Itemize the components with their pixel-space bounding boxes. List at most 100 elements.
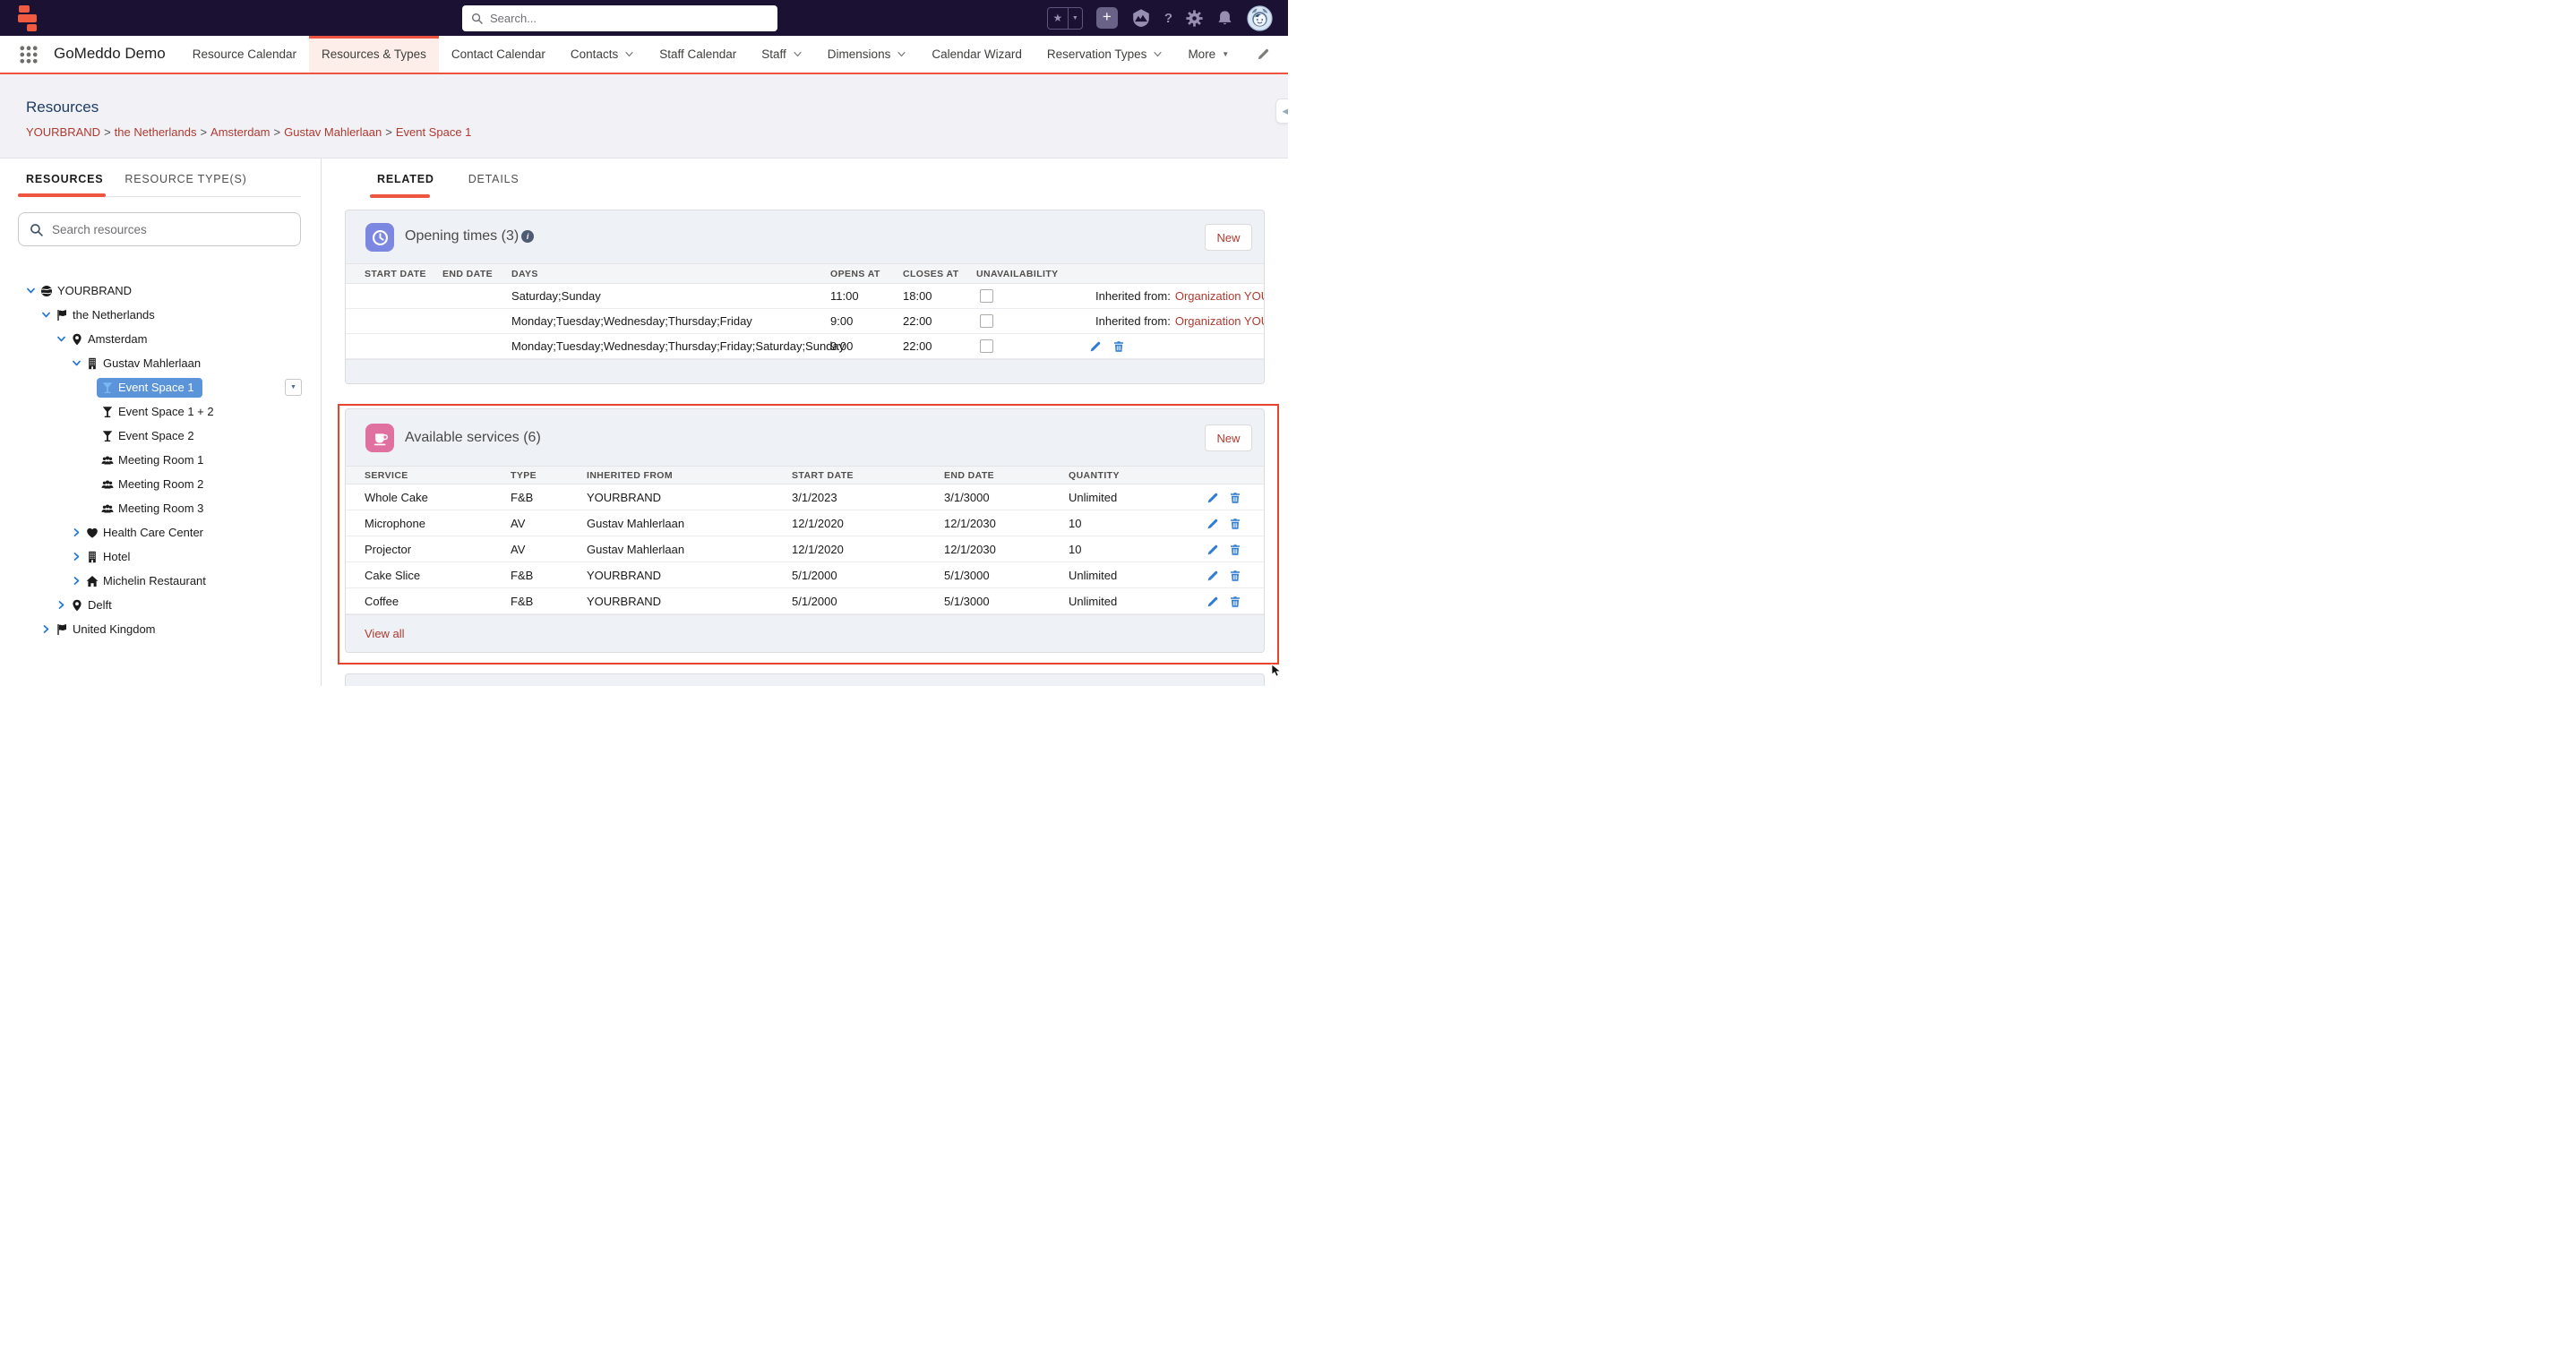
- info-icon[interactable]: i: [521, 230, 534, 243]
- tree-item-hotel[interactable]: Hotel: [0, 545, 322, 569]
- start-date-cell: 5/1/2000: [792, 562, 837, 587]
- nav-tab-staff[interactable]: Staff: [749, 36, 815, 73]
- tree-item-yourbrand[interactable]: YOURBRAND: [0, 279, 322, 303]
- help-icon[interactable]: ?: [1164, 11, 1172, 26]
- setup-gear-icon[interactable]: [1186, 10, 1203, 27]
- tree-item-meeting-room-3[interactable]: Meeting Room 3: [0, 496, 322, 520]
- chevron-right-icon[interactable]: [72, 527, 86, 538]
- tree-item-united-kingdom[interactable]: United Kingdom: [0, 617, 322, 641]
- inherited-from: Inherited from:Organization YOURBRAND: [1095, 309, 1264, 333]
- service-row-microphone: MicrophoneAVGustav Mahlerlaan12/1/202012…: [346, 510, 1264, 536]
- type-cell: AV: [511, 510, 525, 536]
- resource-search[interactable]: [18, 212, 301, 246]
- chevron-down-icon[interactable]: [56, 334, 71, 345]
- tab-resource-types[interactable]: RESOURCE TYPE(S): [125, 173, 246, 185]
- global-search-input[interactable]: [490, 12, 769, 25]
- breadcrumb-link-gustav-mahlerlaan[interactable]: Gustav Mahlerlaan: [284, 125, 382, 139]
- nav-tab-dimensions[interactable]: Dimensions: [815, 36, 920, 73]
- chevron-right-icon[interactable]: [72, 576, 86, 587]
- nav-tab-contact-calendar[interactable]: Contact Calendar: [439, 36, 558, 73]
- page-title: Resources: [26, 99, 99, 116]
- delete-trash-icon[interactable]: [1229, 492, 1241, 504]
- tree-item-health-care-center[interactable]: Health Care Center: [0, 520, 322, 545]
- unavailability-checkbox[interactable]: [980, 289, 993, 303]
- row-actions-menu-button[interactable]: ▼: [285, 379, 302, 396]
- resource-search-input[interactable]: [52, 223, 289, 236]
- view-all-link[interactable]: View all: [365, 627, 405, 640]
- unavailability-checkbox[interactable]: [980, 339, 993, 353]
- tab-details[interactable]: DETAILS: [468, 173, 519, 185]
- favorites-button[interactable]: ★ ▼: [1047, 7, 1083, 30]
- edit-pencil-icon[interactable]: [1089, 340, 1102, 353]
- edit-pencil-icon[interactable]: [1206, 570, 1219, 582]
- delete-trash-icon[interactable]: [1112, 340, 1125, 353]
- nav-tab-calendar-wizard[interactable]: Calendar Wizard: [919, 36, 1035, 73]
- chevron-down-icon[interactable]: [26, 286, 40, 296]
- closes-at-cell: 22:00: [903, 334, 932, 358]
- edit-pencil-icon[interactable]: [1206, 492, 1219, 504]
- breadcrumb-link-yourbrand[interactable]: YOURBRAND: [26, 125, 100, 139]
- new-service-button[interactable]: New: [1205, 424, 1252, 451]
- app-launcher-waffle-icon[interactable]: [19, 45, 39, 64]
- tree-item-event-space-1[interactable]: Event Space 1 ▼: [0, 375, 322, 399]
- service-cell: Projector: [365, 536, 411, 562]
- nav-tab-reservation-types[interactable]: Reservation Types: [1035, 36, 1176, 73]
- building-icon: [86, 357, 103, 370]
- delete-trash-icon[interactable]: [1229, 518, 1241, 530]
- breadcrumb-link-the-netherlands[interactable]: the Netherlands: [115, 125, 197, 139]
- nav-tab-contacts[interactable]: Contacts: [558, 36, 647, 73]
- nav-tab-resource-calendar[interactable]: Resource Calendar: [180, 36, 309, 73]
- new-opening-time-button[interactable]: New: [1205, 224, 1252, 251]
- app-name: GoMeddo Demo: [54, 45, 166, 73]
- selected-item-pill: Event Space 1: [97, 378, 202, 398]
- breadcrumb-link-amsterdam[interactable]: Amsterdam: [210, 125, 270, 139]
- tab-resources[interactable]: RESOURCES: [26, 173, 103, 185]
- nav-tab-resources-types[interactable]: Resources & Types: [309, 36, 439, 73]
- tree-item-michelin-restaurant[interactable]: Michelin Restaurant: [0, 569, 322, 593]
- search-icon: [471, 13, 483, 24]
- breadcrumb-separator: >: [382, 125, 396, 139]
- opening-time-row: Saturday;Sunday11:0018:00Inherited from:…: [346, 284, 1264, 309]
- notifications-bell-icon[interactable]: [1216, 10, 1233, 27]
- edit-nav-pencil-icon[interactable]: [1257, 47, 1270, 61]
- collapse-panel-button[interactable]: ◀: [1275, 99, 1288, 124]
- chevron-right-icon[interactable]: [56, 600, 71, 611]
- edit-pencil-icon[interactable]: [1206, 518, 1219, 530]
- chevron-right-icon[interactable]: [72, 552, 86, 562]
- chevron-down-icon[interactable]: [72, 358, 86, 369]
- star-icon[interactable]: ★: [1048, 8, 1068, 29]
- tree-item-event-space-1-2[interactable]: Event Space 1 + 2: [0, 399, 322, 424]
- inherited-from-link[interactable]: Organization YOURBRAND: [1175, 314, 1264, 328]
- tree-item-meeting-room-2[interactable]: Meeting Room 2: [0, 472, 322, 496]
- column-header-type: TYPE: [511, 467, 537, 484]
- global-search[interactable]: [462, 5, 777, 31]
- tab-related[interactable]: RELATED: [377, 173, 434, 185]
- nav-tab-label: Contact Calendar: [451, 47, 545, 61]
- nav-tab-more[interactable]: More▼: [1175, 36, 1241, 73]
- delete-trash-icon[interactable]: [1229, 544, 1241, 556]
- pin-icon: [71, 599, 88, 612]
- edit-pencil-icon[interactable]: [1206, 596, 1219, 608]
- nav-tab-staff-calendar[interactable]: Staff Calendar: [647, 36, 749, 73]
- trailhead-icon[interactable]: [1131, 8, 1151, 28]
- tree-item-the-netherlands[interactable]: the Netherlands: [0, 303, 322, 327]
- tree-item-event-space-2[interactable]: Event Space 2: [0, 424, 322, 448]
- inherited-from-link[interactable]: Organization YOURBRAND: [1175, 289, 1264, 303]
- favorites-dropdown-icon[interactable]: ▼: [1068, 8, 1082, 29]
- column-header-end-date: END DATE: [944, 467, 994, 484]
- tree-item-amsterdam[interactable]: Amsterdam: [0, 327, 322, 351]
- delete-trash-icon[interactable]: [1229, 570, 1241, 582]
- user-avatar[interactable]: [1247, 5, 1273, 31]
- edit-pencil-icon[interactable]: [1206, 544, 1219, 556]
- unavailability-checkbox[interactable]: [980, 314, 993, 328]
- chevron-down-icon[interactable]: [41, 310, 56, 321]
- days-cell: Monday;Tuesday;Wednesday;Thursday;Friday: [511, 309, 752, 333]
- tree-item-delft[interactable]: Delft: [0, 593, 322, 617]
- chevron-right-icon[interactable]: [41, 624, 56, 635]
- breadcrumb-link-event-space-1[interactable]: Event Space 1: [396, 125, 472, 139]
- quick-create-button[interactable]: +: [1096, 7, 1118, 29]
- delete-trash-icon[interactable]: [1229, 596, 1241, 608]
- column-header-start-date: START DATE: [365, 264, 426, 283]
- tree-item-gustav-mahlerlaan[interactable]: Gustav Mahlerlaan: [0, 351, 322, 375]
- tree-item-meeting-room-1[interactable]: Meeting Room 1: [0, 448, 322, 472]
